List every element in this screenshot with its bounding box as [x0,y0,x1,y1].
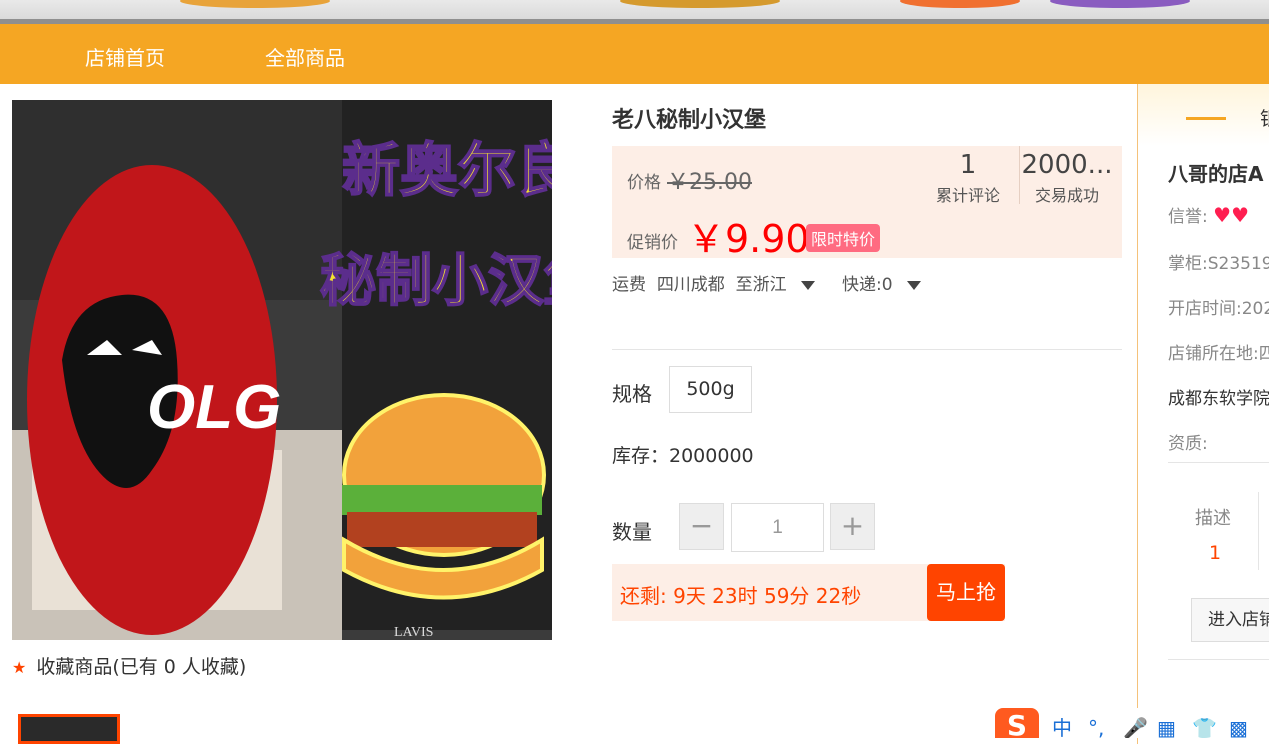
shop-divider [1168,462,1269,463]
quantity-increase-button[interactable]: + [830,503,875,550]
quantity-input[interactable] [731,503,824,552]
banner-decoration [620,0,780,8]
heart-icon: ♥♥ [1213,203,1249,227]
ime-chinese-mode-icon[interactable]: 中 [1052,718,1072,738]
shipping-label: 运费 [612,275,646,295]
shop-qualification: 资质: [1168,434,1208,454]
image-headline-2: 秘制小汉堡 [320,249,552,314]
promo-label: 促销价 [627,233,678,253]
shop-panel-header: 银 [1138,84,1269,146]
price-label: 价格 [627,173,661,193]
shop-name[interactable]: 八哥的店A [1168,158,1263,187]
product-main-image: OLG 新奥尔良 秘制小汉堡 LAVIS [12,100,552,640]
microphone-icon[interactable]: 🎤 [1123,718,1148,738]
section-divider [612,349,1122,350]
shop-credit: 信誉: ♥♥ [1168,202,1249,227]
score-label: 描述 [1195,508,1231,529]
top-banner [0,0,1269,24]
spec-option-500g[interactable]: 500g [669,366,752,413]
ime-punctuation-icon[interactable]: °, [1088,718,1104,738]
sales-count: 2000... 交易成功 [1020,150,1114,206]
shipping-info: 运费 四川成都 至浙江 快递:0 [612,270,921,295]
shop-open-time: 开店时间:202 [1168,299,1269,319]
nav-shop-home[interactable]: 店铺首页 [85,42,165,71]
price-box: 价格 ￥25.00 促销价 ￥9.90 限时特价 1 累计评论 2000... … [612,146,1122,261]
score-divider [1258,492,1259,570]
review-count-label: 累计评论 [935,186,1000,205]
star-icon: ★ [12,658,27,677]
countdown-timer: 还剩: 9天 23时 59分 22秒 [620,584,862,608]
spec-label: 规格 [612,382,652,406]
credit-label: 信誉: [1168,207,1208,227]
favorite-link[interactable]: ★ 收藏商品(已有 0 人收藏) [12,652,246,679]
score-value: 1 [1209,542,1222,564]
express-fee: 快递:0 [842,275,893,295]
enter-shop-button[interactable]: 进入店铺 [1191,598,1269,642]
quantity-label: 数量 [612,520,652,544]
favorite-label: 收藏商品(已有 0 人收藏) [36,656,247,678]
image-tv-brand: LAVIS [394,625,433,640]
shop-location: 店铺所在地:四 [1168,344,1269,364]
quantity-decrease-button[interactable]: − [679,503,724,550]
sogou-logo-icon[interactable]: S [995,708,1039,738]
shop-keeper: 掌柜:S23519 [1168,254,1269,274]
buy-now-button[interactable]: 马上抢 [927,564,1005,621]
sales-count-label: 交易成功 [1034,186,1099,205]
header-accent-line [1186,117,1226,120]
review-count-value: 1 [959,150,977,180]
banner-decoration [1050,0,1190,8]
express-dropdown-icon[interactable] [906,280,921,290]
product-title: 老八秘制小汉堡 [612,108,767,133]
image-headline-1: 新奥尔良 [342,136,552,204]
original-price: ￥25.00 [667,170,752,195]
destination-dropdown-icon[interactable] [800,280,815,290]
toolbox-icon[interactable]: ▩ [1229,718,1248,738]
stock-info: 库存：2000000 [612,445,754,467]
shop-address: 成都东软学院 [1168,389,1269,409]
sales-count-value: 2000... [1021,150,1113,180]
shipping-from: 四川成都 [656,275,725,295]
keyboard-icon[interactable]: ▦ [1157,718,1176,738]
shop-panel-title: 银 [1260,104,1269,131]
shop-nav: 店铺首页 全部商品 [0,24,1269,84]
shipping-to: 至浙江 [735,275,787,295]
skin-icon[interactable]: 👕 [1192,718,1217,738]
product-thumbnail[interactable] [18,714,120,744]
banner-decoration [180,0,330,8]
promo-price: ￥9.90 [687,217,810,261]
shop-divider [1168,659,1269,660]
shop-panel: 银 八哥的店A 信誉: ♥♥ 掌柜:S23519 开店时间:202 店铺所在地:… [1137,84,1269,744]
ime-toolbar: S 中 °, 🎤 ▦ 👕 ▩ [995,708,1269,738]
review-count[interactable]: 1 累计评论 [930,150,1006,206]
nav-all-products[interactable]: 全部商品 [265,42,345,71]
promo-badge: 限时特价 [806,224,881,252]
image-logo-text: OLG [147,373,281,442]
banner-decoration [900,0,1020,8]
